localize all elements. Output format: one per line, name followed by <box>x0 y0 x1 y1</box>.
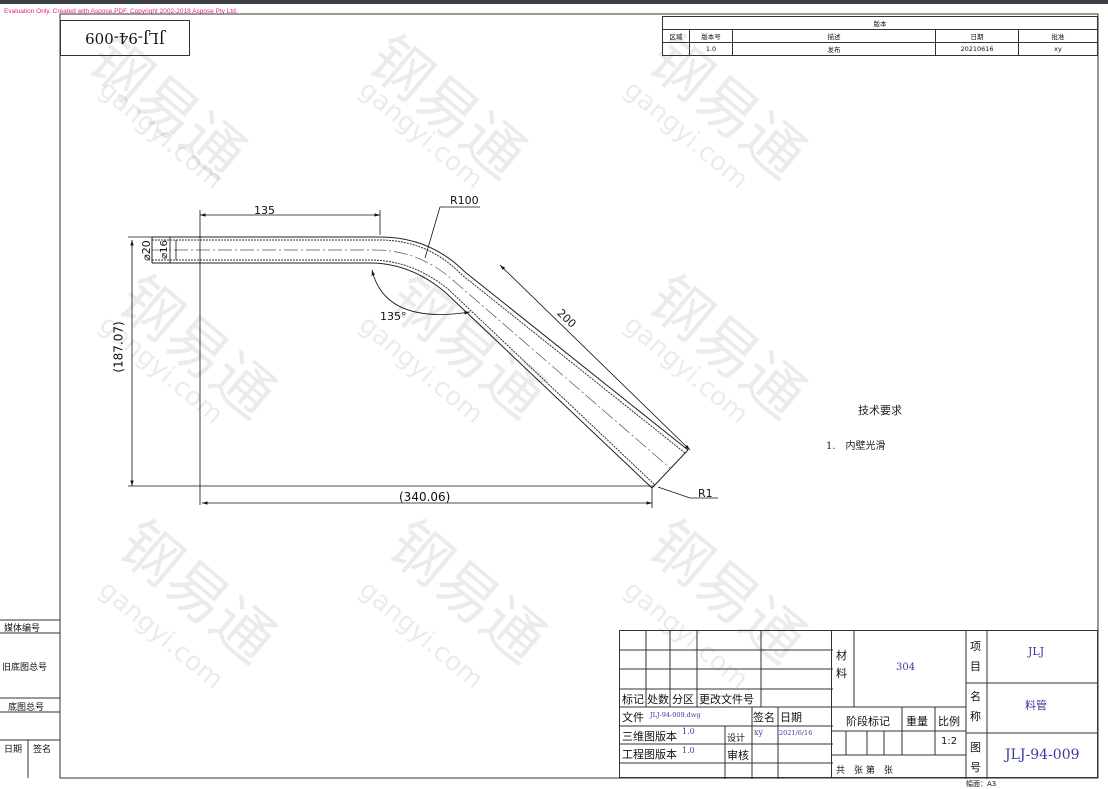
dimension-lines <box>128 206 718 508</box>
header-zone: 分区 <box>672 693 694 706</box>
dim-outer-diameter: ⌀20 <box>139 240 153 261</box>
notes-title: 技术要求 <box>858 404 902 417</box>
dim-overall-length: (340.06) <box>399 490 451 504</box>
model-version-value: 1.0 <box>682 727 695 736</box>
dim-bend-radius: R100 <box>450 194 479 207</box>
header-mark: 标记 <box>622 693 644 706</box>
file-value: JLJ-94-009.dwg <box>650 711 701 719</box>
revision-cell: xy <box>1018 42 1098 56</box>
left-label-old-base-no: 旧底图总号 <box>2 663 48 673</box>
revision-header: 批准 <box>1018 29 1098 43</box>
rotated-drawing-number: JLJ-94-009 <box>60 20 190 56</box>
material-value: 304 <box>896 662 916 673</box>
revision-cell: 20210616 <box>935 42 1019 56</box>
dim-overall-height: (187.07) <box>111 321 126 373</box>
revision-table: 版本 区域 版本号 描述 日期 批准 1.0 发布 20210616 xy <box>662 16 1098 56</box>
file-label: 文件 <box>622 711 644 724</box>
drawing-version-label: 工程图版本 <box>622 748 677 761</box>
name-value: 料管 <box>1025 699 1047 712</box>
revision-cell <box>662 42 690 56</box>
notes-item: 1. 内壁光滑 <box>826 441 886 452</box>
designer-label: 设计 <box>727 734 746 744</box>
stage-label: 阶段标记 <box>846 715 890 728</box>
weight-label: 重量 <box>906 715 928 728</box>
review-label: 审核 <box>727 749 749 762</box>
project-label: 项目 <box>970 640 981 673</box>
revision-header: 描述 <box>732 29 936 43</box>
model-version-label: 三维图版本 <box>622 730 677 743</box>
name-label: 名称 <box>970 690 981 723</box>
design-date: 2021/6/16 <box>779 729 813 737</box>
drawing-no-label: 图号 <box>970 741 981 774</box>
left-label-date: 日期 <box>4 745 23 755</box>
header-count: 处数 <box>647 693 669 706</box>
scale-label: 比例 <box>938 715 960 728</box>
revision-header: 日期 <box>935 29 1019 43</box>
left-label-signature: 签名 <box>33 745 52 755</box>
designer-value: xy <box>754 728 764 737</box>
tube-outer-wall <box>152 236 689 489</box>
title-block-change-area: 标记 处数 分区 更改文件号 文件 JLJ-94-009.dwg 签名 日期 三… <box>619 630 833 779</box>
sheets-text: 共 张 第 张 <box>836 766 893 776</box>
tube-inner-wall <box>152 239 686 486</box>
dim-corner-radius: R1 <box>698 487 713 500</box>
project-value: JLJ <box>1028 645 1045 658</box>
drawing-version-value: 1.0 <box>682 746 695 755</box>
dim-inner-diameter: ⌀16 <box>158 240 170 259</box>
rotated-drawing-number-text: JLJ-94-009 <box>85 29 165 47</box>
header-change-file: 更改文件号 <box>699 693 754 706</box>
drawing-no-value: JLJ-94-009 <box>1005 747 1080 763</box>
left-label-media-no: 媒体编号 <box>4 624 41 634</box>
tube-centerline <box>152 249 671 469</box>
scale-value: 1:2 <box>941 736 958 747</box>
revision-header: 区域 <box>662 29 690 43</box>
left-label-base-no: 底图总号 <box>8 703 45 713</box>
revision-cell: 1.0 <box>689 42 733 56</box>
dim-length-135: 135 <box>254 204 275 217</box>
format-label: 幅面：A3 <box>966 780 997 788</box>
revision-cell: 发布 <box>732 42 936 56</box>
revision-header: 版本号 <box>689 29 733 43</box>
sign-label: 签名 <box>753 711 775 724</box>
title-block-info-area: 材料 304 阶段标记 重量 比例 1:2 共 张 第 张 项目 JLJ 名称 … <box>832 630 1098 779</box>
dim-angle: 135° <box>380 310 407 323</box>
date-label: 日期 <box>780 711 802 724</box>
material-label: 材料 <box>836 649 847 680</box>
revision-title: 版本 <box>662 16 1098 30</box>
